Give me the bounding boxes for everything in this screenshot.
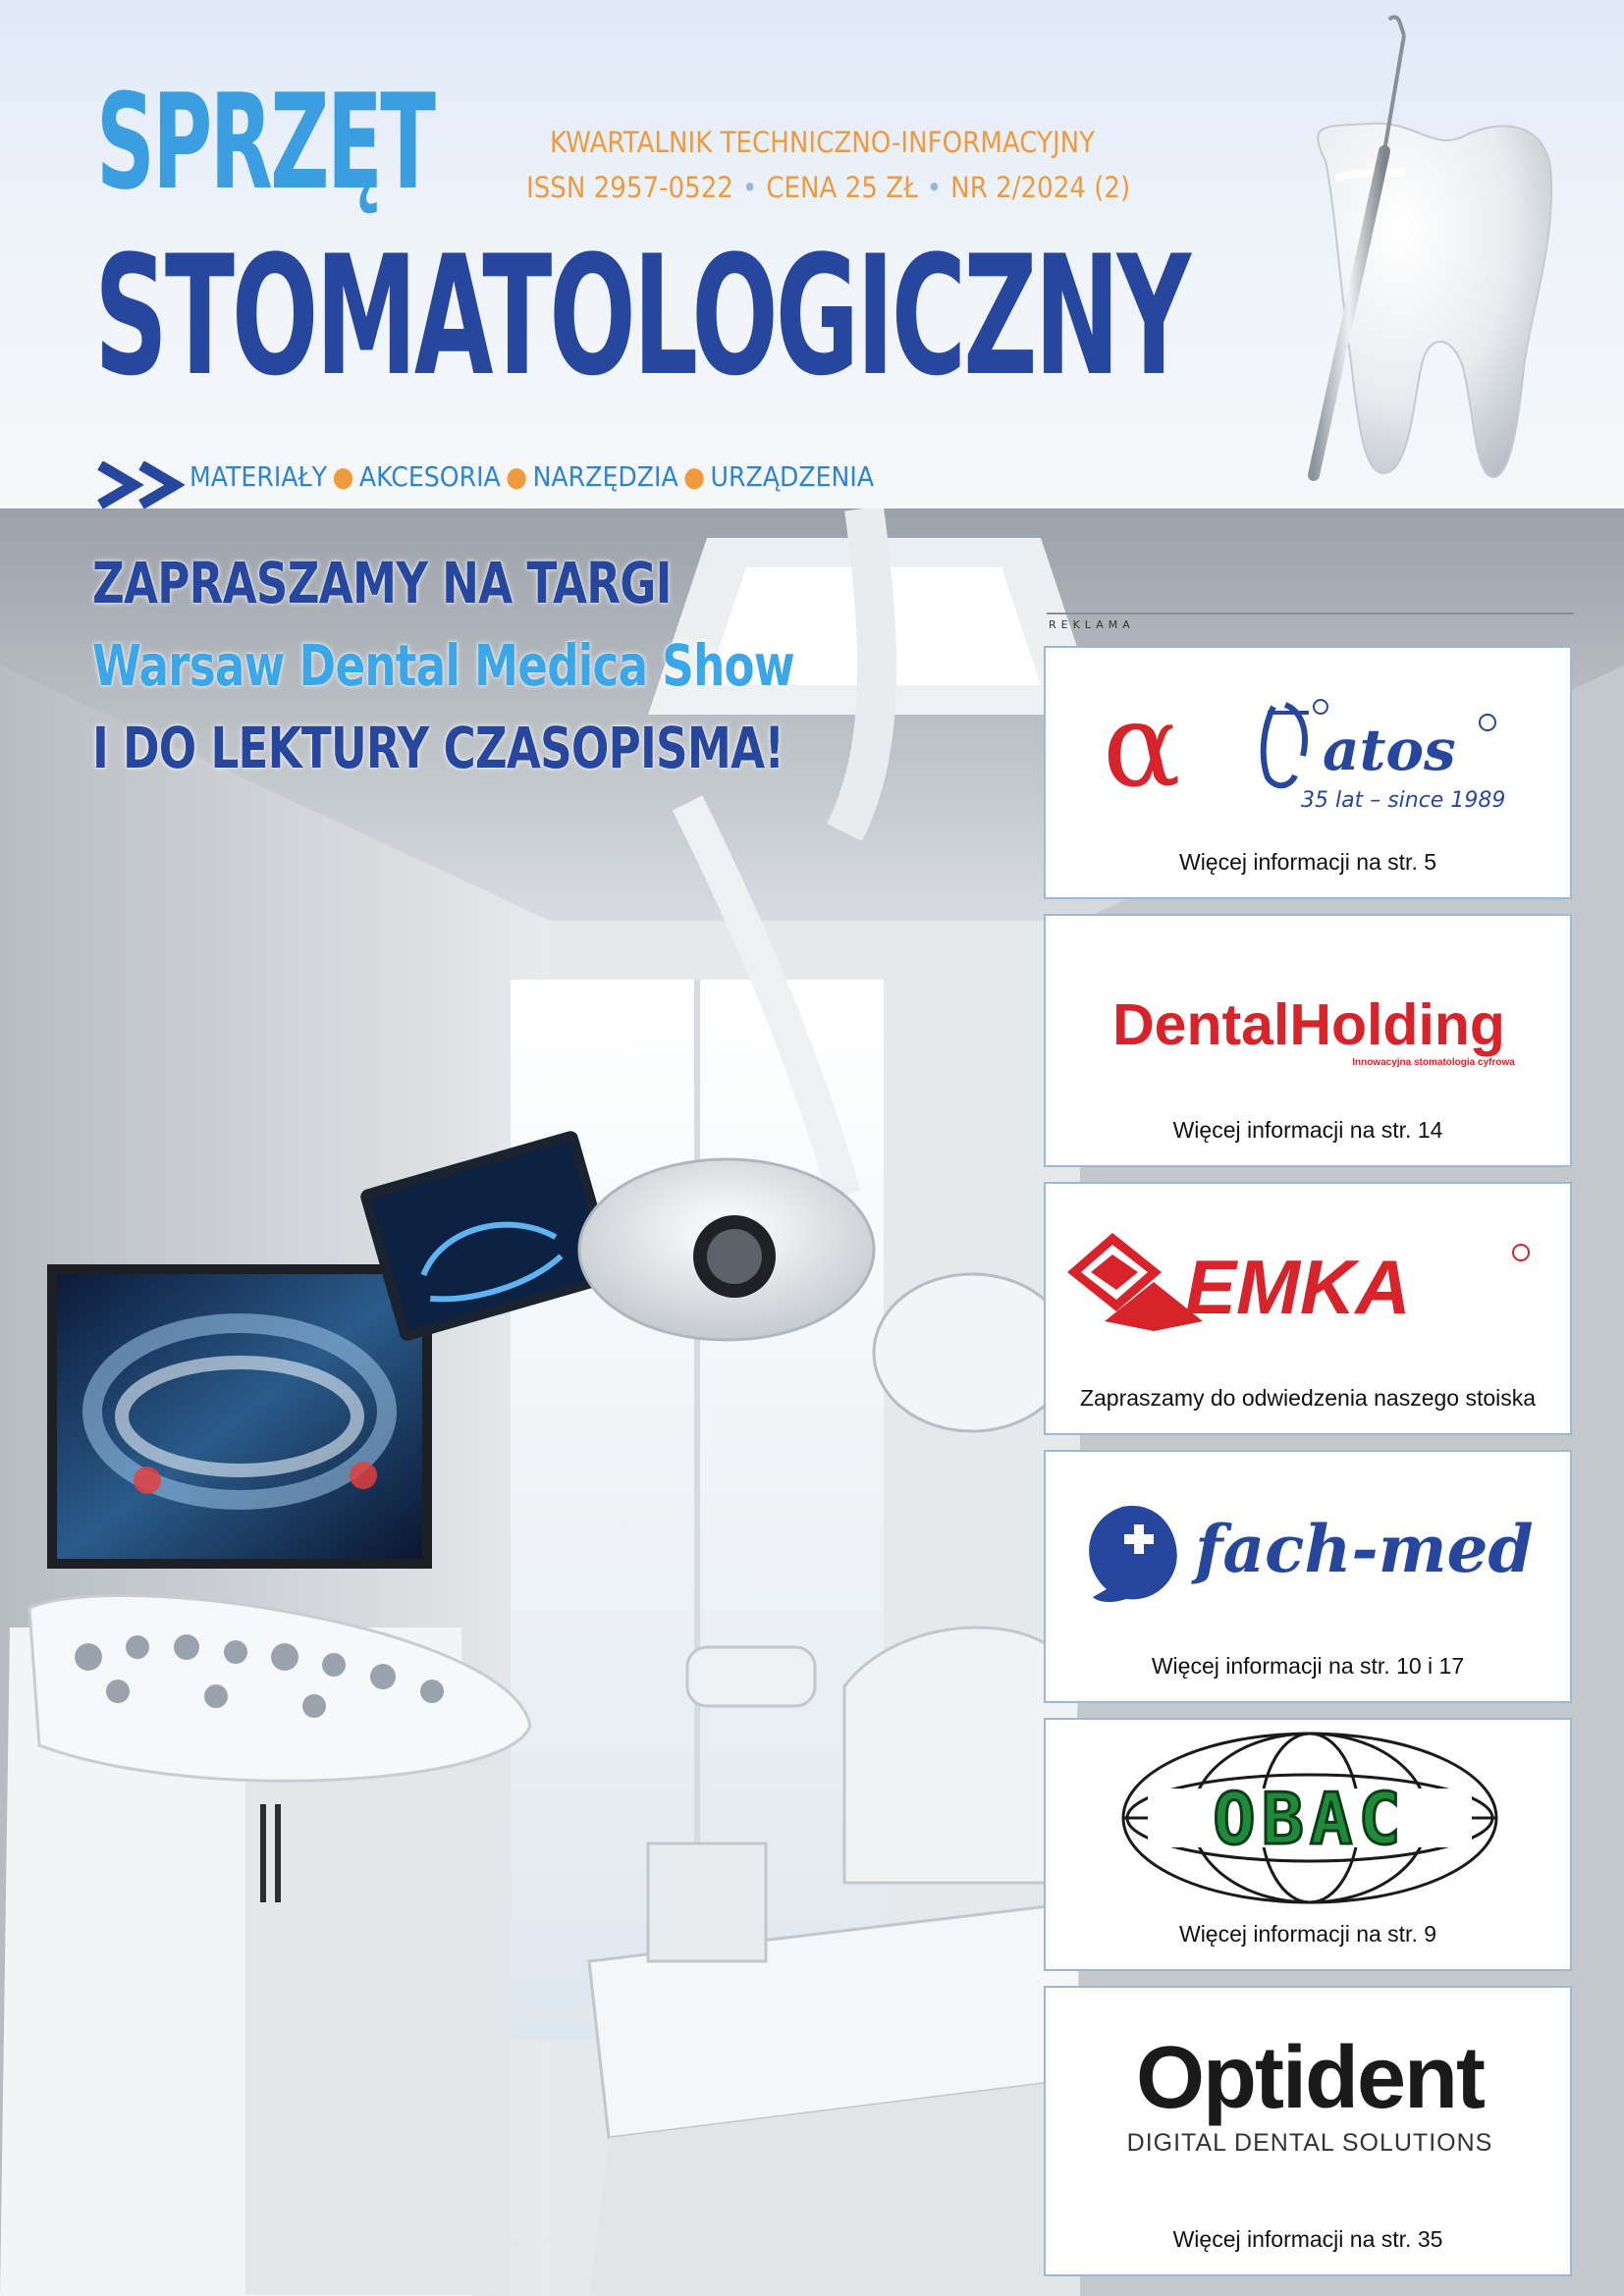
separator-dot: ● <box>683 460 706 493</box>
category-item: MATERIAŁY <box>189 460 328 493</box>
ads-divider <box>1047 613 1574 614</box>
headline-line2: Warsaw Dental Medica Show <box>92 632 795 699</box>
tooth-probe-illustration <box>1308 15 1553 481</box>
headline-line3: I DO LEKTURY CZASOPISMA! <box>92 715 785 781</box>
issue-price: CENA 25 ZŁ <box>766 171 918 204</box>
masthead: SPRZĘT STOMATOLOGICZNY KWARTALNIK TECHNI… <box>0 0 1624 508</box>
obac-wordmark: OBAC <box>1213 1778 1406 1860</box>
emka-chevron-icon <box>1067 1233 1203 1331</box>
ad-atos[interactable]: α atos 35 lat – since 1989 Więcej inform… <box>1044 646 1572 899</box>
plus-drop-icon <box>1089 1506 1177 1603</box>
ad-emka[interactable]: EMKA Zapraszamy do odwiedzenia naszego s… <box>1044 1182 1572 1435</box>
ad-dentalholding[interactable]: DentalHolding Innowacyjna stomatologia c… <box>1044 914 1572 1167</box>
optident-wordmark: Optident <box>1136 2029 1485 2127</box>
double-chevron-icon <box>97 461 185 508</box>
headline-block: ZAPRASZAMY NA TARGI Warsaw Dental Medica… <box>92 555 992 776</box>
ad-caption: Więcej informacji na str. 35 <box>1172 2226 1443 2252</box>
ad-caption: Więcej informacji na str. 9 <box>1178 1921 1437 1947</box>
emka-logo: EMKA <box>1067 1233 1530 1331</box>
category-item: NARZĘDZIA <box>532 460 678 493</box>
fach-med-wordmark: fach-med <box>1191 1511 1534 1587</box>
separator-dot: • <box>741 171 758 204</box>
ad-obac[interactable]: OBAC Więcej informacji na str. 9 <box>1044 1718 1572 1971</box>
ad-caption: Więcej informacji na str. 14 <box>1172 1117 1443 1143</box>
issn-number: ISSN 2957-0522 <box>526 171 733 204</box>
ad-caption: Więcej informacji na str. 10 i 17 <box>1151 1653 1465 1679</box>
atos-logo: α atos 35 lat – since 1989 <box>1103 677 1505 813</box>
obac-logo: OBAC <box>1121 1732 1498 1904</box>
atos-tagline: 35 lat – since 1989 <box>1301 788 1505 813</box>
ad-caption: Więcej informacji na str. 5 <box>1178 849 1437 875</box>
headline-line1: ZAPRASZAMY NA TARGI <box>92 550 672 616</box>
separator-dot: • <box>926 171 943 204</box>
ad-fach-med[interactable]: fach-med Więcej informacji na str. 10 i … <box>1044 1450 1572 1703</box>
fach-med-logo: fach-med <box>1089 1506 1534 1603</box>
category-item: URZĄDZENIA <box>710 460 875 493</box>
category-list: MATERIAŁY ● AKCESORIA ● NARZĘDZIA ● URZĄDZENIA <box>189 460 874 493</box>
separator-dot: ● <box>506 460 528 493</box>
alpha-symbol-icon: α <box>1103 677 1181 813</box>
issue-number: NR 2/2024 (2) <box>950 171 1131 204</box>
ad-caption: Zapraszamy do odwiedzenia naszego stoisk… <box>1079 1385 1537 1411</box>
emka-wordmark: EMKA <box>1185 1244 1411 1330</box>
atos-wordmark: atos <box>1323 717 1456 783</box>
dentalholding-wordmark: DentalHolding <box>1112 992 1505 1057</box>
ad-optident[interactable]: Optident DIGITAL DENTAL SOLUTIONS Więcej… <box>1044 1986 1572 2276</box>
dentalholding-tagline: Innowacyjna stomatologia cyfrowa <box>1352 1057 1515 1068</box>
separator-dot: ● <box>332 460 354 493</box>
magazine-subtitle: KWARTALNIK TECHNICZNO-INFORMACYJNY <box>550 126 1096 159</box>
magazine-title-line1: SPRZĘT <box>96 66 436 219</box>
ads-section-label: REKLAMA <box>1049 618 1135 631</box>
optident-logo: Optident DIGITAL DENTAL SOLUTIONS <box>1127 2029 1493 2157</box>
atos-emblem-icon <box>1260 699 1328 789</box>
optident-tagline: DIGITAL DENTAL SOLUTIONS <box>1127 2129 1493 2157</box>
category-item: AKCESORIA <box>358 460 501 493</box>
issue-info: ISSN 2957-0522 • CENA 25 ZŁ • NR 2/2024 (2) <box>526 171 1130 204</box>
dentalholding-logo: DentalHolding Innowacyjna stomatologia c… <box>1112 992 1515 1068</box>
magazine-title-line2: STOMATOLOGICZNY <box>94 220 1191 412</box>
